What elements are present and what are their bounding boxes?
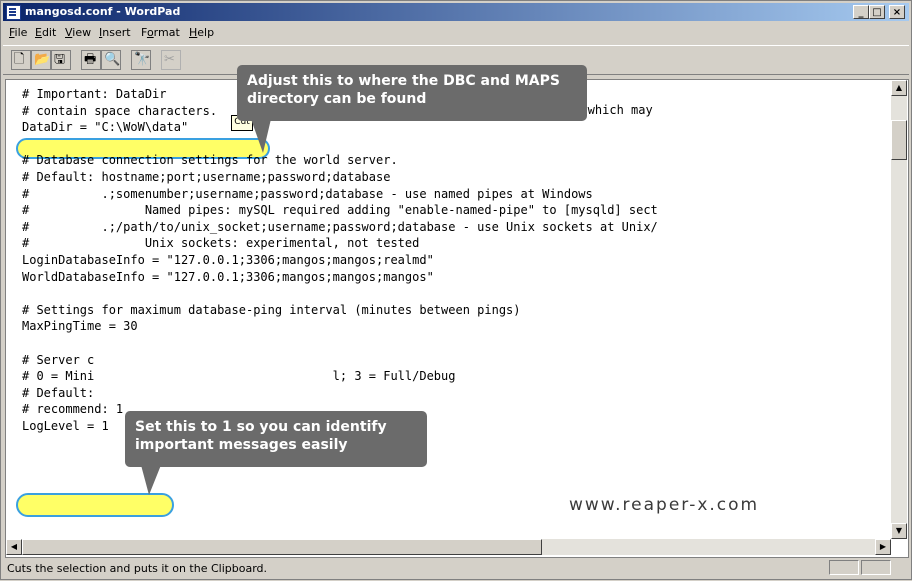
scroll-left-icon[interactable]: ◀ [6,539,22,555]
datadir-callout-pointer [251,119,271,153]
status-pane [829,560,859,575]
watermark: www.reaper-x.com [569,495,760,515]
wordpad-window: mangosd.conf - WordPad _ □ × File Edit V… [0,0,912,580]
loglevel-callout-pointer [141,465,161,495]
scroll-down-icon[interactable]: ▼ [891,523,907,539]
scroll-right-icon[interactable]: ▶ [875,539,891,555]
horizontal-scrollbar[interactable]: ◀ ▶ [6,539,891,555]
scroll-up-icon[interactable]: ▲ [891,80,907,96]
callout-pointers [141,119,271,495]
vertical-scroll-thumb[interactable] [891,120,907,160]
status-pane [861,560,891,575]
status-text: Cuts the selection and puts it on the Cl… [7,562,268,575]
status-bar: Cuts the selection and puts it on the Cl… [3,559,909,577]
horizontal-scroll-thumb[interactable] [22,539,542,555]
vertical-scrollbar[interactable]: ▲ ▼ [891,80,907,539]
